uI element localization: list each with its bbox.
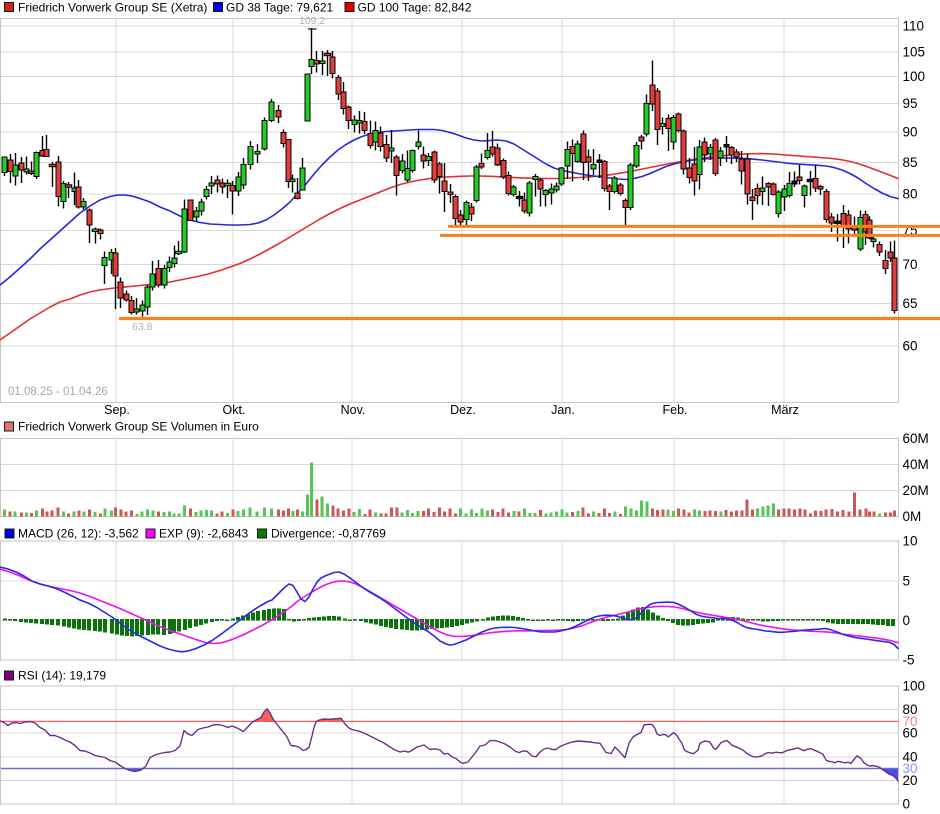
svg-text:90: 90 [903, 125, 918, 140]
svg-text:80: 80 [903, 187, 918, 202]
svg-text:70: 70 [903, 257, 918, 272]
svg-text:Nov.: Nov. [341, 403, 366, 417]
svg-text:Dez.: Dez. [450, 403, 476, 417]
svg-text:Sep.: Sep. [104, 403, 130, 417]
svg-text:GD 38 Tage: 79,621: GD 38 Tage: 79,621 [226, 1, 334, 15]
svg-text:60M: 60M [903, 431, 929, 446]
svg-text:20: 20 [903, 773, 918, 788]
svg-text:65: 65 [903, 296, 918, 311]
svg-text:Okt.: Okt. [223, 403, 246, 417]
svg-text:20M: 20M [903, 483, 929, 498]
svg-text:GD 100 Tage: 82,842: GD 100 Tage: 82,842 [358, 1, 472, 15]
svg-text:10: 10 [903, 534, 918, 549]
svg-text:0: 0 [903, 613, 911, 628]
svg-text:Friedrich Vorwerk Group SE (Xe: Friedrich Vorwerk Group SE (Xetra) [18, 1, 207, 15]
svg-text:109,2: 109,2 [299, 15, 325, 27]
svg-text:Feb.: Feb. [662, 403, 687, 417]
svg-text:MACD (26, 12): -3,562: MACD (26, 12): -3,562 [18, 527, 139, 541]
svg-text:105: 105 [903, 45, 926, 60]
svg-text:0: 0 [903, 797, 911, 812]
svg-text:40M: 40M [903, 457, 929, 472]
svg-text:Divergence: -0,87769: Divergence: -0,87769 [271, 527, 386, 541]
svg-text:85: 85 [903, 155, 918, 170]
svg-text:RSI (14): 19,179: RSI (14): 19,179 [18, 669, 106, 683]
svg-text:60: 60 [903, 339, 918, 354]
svg-text:95: 95 [903, 96, 918, 111]
svg-text:01.08.25 - 01.04.26: 01.08.25 - 01.04.26 [8, 386, 108, 398]
svg-text:63,8: 63,8 [132, 321, 153, 333]
svg-text:März: März [771, 403, 799, 417]
svg-text:Friedrich Vorwerk Group SE Vol: Friedrich Vorwerk Group SE Volumen in Eu… [18, 420, 259, 434]
svg-text:Jan.: Jan. [551, 403, 575, 417]
svg-text:-5: -5 [903, 653, 915, 668]
svg-text:110: 110 [903, 19, 925, 34]
svg-text:0M: 0M [903, 509, 922, 524]
svg-text:100: 100 [903, 679, 926, 694]
svg-text:5: 5 [903, 574, 911, 589]
svg-text:100: 100 [903, 69, 926, 84]
svg-text:EXP (9): -2,6843: EXP (9): -2,6843 [159, 527, 248, 541]
svg-text:60: 60 [903, 726, 918, 741]
